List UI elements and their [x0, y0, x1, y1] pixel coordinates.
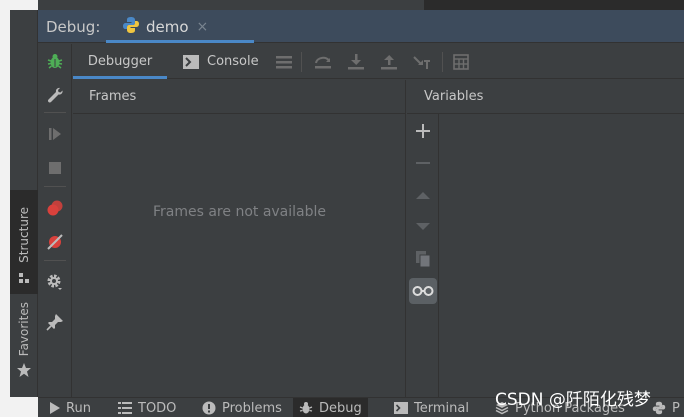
toolbar-separator: [44, 260, 66, 261]
variables-toolbar: [407, 114, 439, 397]
frames-panel: Frames Frames are not available: [73, 80, 406, 397]
python-icon: [652, 401, 666, 415]
toolbar-separator: [442, 52, 443, 72]
toolbar-separator: [44, 186, 66, 187]
settings-wrench-button[interactable]: [43, 83, 67, 107]
python-console-label: P: [672, 400, 680, 416]
step-into-icon: [348, 54, 364, 70]
step-over-icon: [315, 56, 331, 69]
debug-title: Debug:: [46, 18, 101, 36]
step-out-button[interactable]: [379, 52, 399, 72]
debugger-tab-bar: Debugger Console: [73, 44, 684, 79]
python-console-tool-button[interactable]: P: [646, 398, 684, 417]
favorites-tab[interactable]: Favorites: [10, 302, 38, 388]
calculator-icon: [453, 54, 469, 70]
watermark: CSDN @阡陌化残梦: [495, 390, 651, 410]
terminal-label: Terminal: [414, 400, 469, 416]
toolbar-separator: [44, 112, 66, 113]
active-tab-underline: [106, 40, 254, 43]
minus-icon: [416, 162, 430, 164]
bug-icon: [299, 401, 313, 415]
run-to-cursor-button[interactable]: [412, 52, 432, 72]
debug-tool-window: Debug: demo × Debugger Console Frames Fr…: [38, 10, 684, 397]
list-icon: [276, 56, 292, 69]
active-tab-underline: [73, 76, 167, 79]
debug-actions-toolbar: [38, 44, 72, 397]
tab-console[interactable]: Console: [183, 44, 269, 79]
console-icon: [183, 54, 199, 69]
pin-tab-button[interactable]: [43, 310, 67, 334]
gear-icon: [47, 274, 62, 290]
mute-breakpoints-button[interactable]: [43, 230, 67, 254]
tab-console-label: Console: [207, 54, 259, 69]
tab-debugger-label: Debugger: [87, 54, 153, 69]
problems-tool-button[interactable]: Problems: [196, 398, 288, 417]
debug-settings-button[interactable]: [43, 270, 67, 294]
remove-watch-button[interactable]: [409, 150, 437, 176]
left-tool-window-strip: Structure Favorites: [10, 10, 38, 397]
tab-debugger[interactable]: Debugger: [73, 44, 167, 79]
problems-label: Problems: [222, 400, 282, 416]
step-out-icon: [381, 55, 397, 70]
todo-label: TODO: [138, 400, 177, 416]
run-tool-button[interactable]: Run: [44, 398, 97, 417]
run-label: Run: [66, 400, 91, 416]
variables-header: Variables: [407, 80, 684, 114]
resume-icon: [49, 128, 61, 140]
step-into-button[interactable]: [346, 52, 366, 72]
stop-icon: [49, 162, 61, 174]
copy-button[interactable]: [409, 246, 437, 272]
structure-label: Structure: [17, 207, 31, 263]
frames-header: Frames: [73, 80, 405, 114]
rerun-debug-button[interactable]: [43, 49, 67, 73]
stop-button[interactable]: [43, 156, 67, 180]
play-icon: [50, 402, 60, 414]
problems-icon: [202, 401, 216, 415]
variables-panel: Variables: [407, 80, 684, 397]
bug-icon: [47, 54, 63, 69]
terminal-icon: [394, 402, 408, 414]
move-up-button[interactable]: [409, 182, 437, 208]
resume-button[interactable]: [43, 122, 67, 146]
structure-tab[interactable]: Structure: [10, 190, 38, 294]
pin-icon: [46, 314, 63, 331]
show-execution-point-button[interactable]: [274, 52, 294, 72]
triangle-up-icon: [416, 192, 430, 199]
new-watch-button[interactable]: [409, 118, 437, 144]
debug-tool-label: Debug: [319, 400, 362, 416]
view-breakpoints-button[interactable]: [43, 196, 67, 220]
star-icon: [16, 362, 32, 382]
list-icon: [118, 402, 132, 414]
copy-icon: [416, 251, 430, 267]
run-to-cursor-icon: [413, 56, 430, 69]
run-config-tab[interactable]: demo ×: [106, 10, 254, 43]
wrench-icon: [47, 87, 63, 103]
evaluate-expression-button[interactable]: [451, 52, 471, 72]
debug-tool-button[interactable]: Debug: [293, 398, 368, 417]
frames-empty-message: Frames are not available: [152, 204, 327, 220]
toolbar-separator: [301, 52, 302, 72]
terminal-tool-button[interactable]: Terminal: [388, 398, 475, 417]
move-down-button[interactable]: [409, 214, 437, 240]
plus-icon: [416, 124, 430, 138]
run-config-name: demo: [146, 17, 189, 36]
close-tab-icon[interactable]: ×: [197, 19, 209, 35]
python-icon: [122, 16, 140, 38]
breakpoints-icon: [47, 200, 63, 216]
glasses-icon: [412, 286, 434, 296]
step-over-button[interactable]: [313, 52, 333, 72]
mute-breakpoints-icon: [47, 234, 63, 250]
todo-tool-button[interactable]: TODO: [112, 398, 182, 417]
left-margin: [0, 10, 10, 417]
favorites-label: Favorites: [17, 301, 31, 356]
editor-edge-right: [424, 0, 684, 10]
debug-header: Debug: demo ×: [38, 10, 684, 43]
structure-icon: [18, 269, 30, 288]
show-watches-toggle[interactable]: [409, 278, 437, 304]
triangle-down-icon: [416, 223, 430, 230]
